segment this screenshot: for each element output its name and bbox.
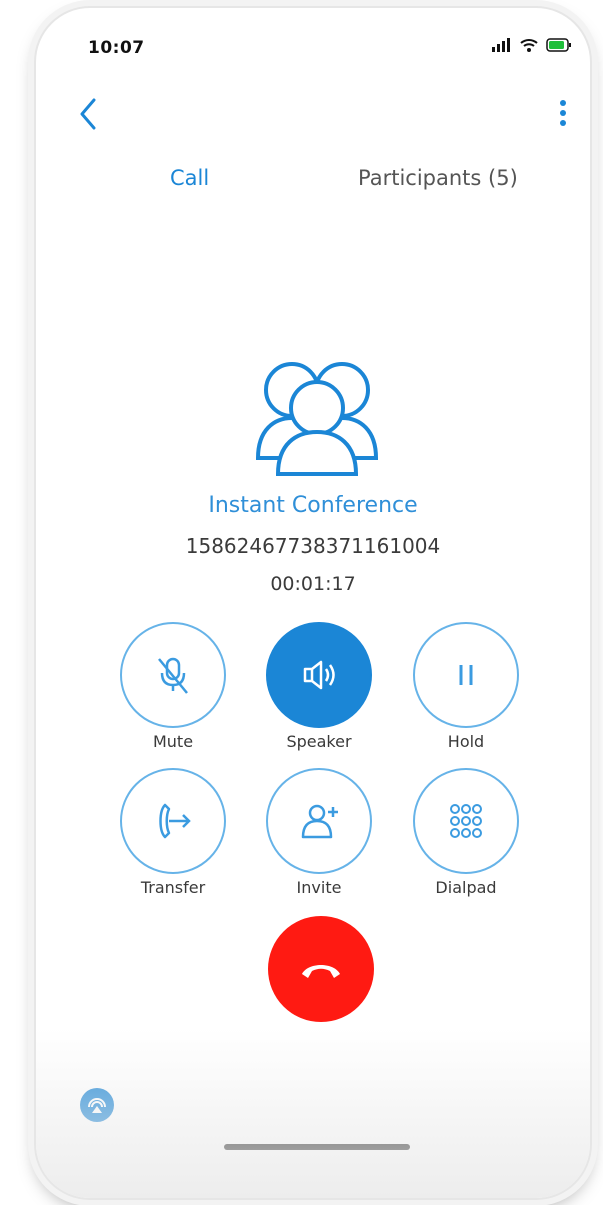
wifi-icon [520,39,538,52]
transfer-label: Transfer [140,878,206,897]
speaker-button[interactable] [266,622,372,728]
phone-frame: 10:07 Call Participants (5) Instant Conf… [36,8,590,1198]
back-arrow-icon[interactable] [74,96,104,132]
transfer-icon [159,803,191,839]
invite-button[interactable] [266,768,372,874]
hold-button[interactable] [413,622,519,728]
speaker-label: Speaker [286,732,352,751]
tab-bar: Call Participants (5) [36,166,590,200]
pause-icon [459,665,473,685]
battery-icon [546,38,571,52]
hold-label: Hold [447,732,485,751]
add-person-icon [301,804,338,839]
airplay-icon [88,1098,106,1113]
conference-number: 15862467738371161004 [185,534,441,558]
airplay-button[interactable] [80,1088,114,1122]
conference-title: Instant Conference [208,493,418,518]
end-call-button[interactable] [268,916,374,1022]
status-time: 10:07 [88,38,145,58]
more-options-icon[interactable] [554,96,572,134]
call-timer: 00:01:17 [270,573,356,595]
status-icons [492,38,572,52]
dialpad-label: Dialpad [435,878,497,897]
transfer-button[interactable] [120,768,226,874]
dialpad-grid-icon [450,804,482,838]
home-indicator[interactable] [224,1144,410,1150]
signal-icon [492,38,510,52]
tab-participants[interactable]: Participants (5) [358,166,518,190]
phone-hangup-icon [302,965,340,978]
speaker-icon [303,660,335,690]
mute-label: Mute [152,732,194,751]
dialpad-button[interactable] [413,768,519,874]
group-icon [255,362,379,476]
mute-button[interactable] [120,622,226,728]
tab-call[interactable]: Call [170,166,209,190]
invite-label: Invite [296,878,342,897]
mic-off-icon [158,657,188,694]
